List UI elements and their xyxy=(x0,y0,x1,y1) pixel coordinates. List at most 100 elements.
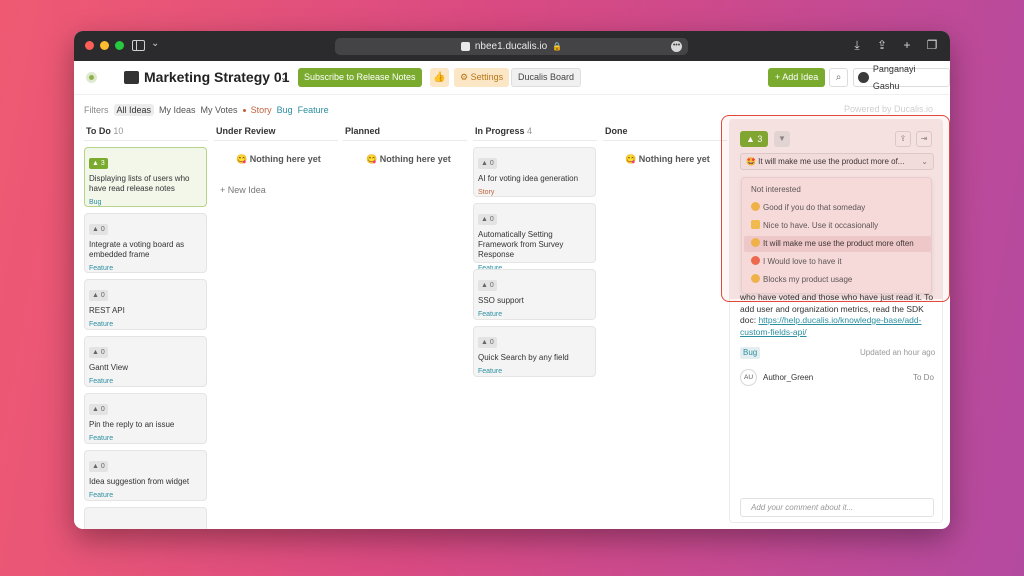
ducalis-logo-icon[interactable] xyxy=(86,72,97,83)
site-favicon-icon xyxy=(460,42,470,51)
app-header: Marketing Strategy 01 ⌄ Subscribe to Rel… xyxy=(74,61,950,95)
powered-by[interactable]: Powered by Ducalis.io xyxy=(844,104,933,114)
idea-tag[interactable]: Bug xyxy=(740,347,761,359)
user-menu-button[interactable]: Panganayi Gashu xyxy=(853,64,950,91)
idea-tag: Feature xyxy=(89,378,114,385)
author-avatar: AU xyxy=(740,369,757,386)
browser-titlebar: ⌄ nbee1.ducalis.io 🔒 ••• ⤓ ⇪ + ❐ xyxy=(74,31,950,61)
highlight-annotation xyxy=(721,115,950,302)
empty-state-under-review: 😋 Nothing here yet xyxy=(236,154,321,164)
thumb-up-icon[interactable]: 👍 xyxy=(430,68,449,87)
empty-state-planned: 😋 Nothing here yet xyxy=(366,154,451,164)
filter-all-ideas[interactable]: All Ideas xyxy=(113,104,155,116)
idea-card[interactable]: ▲ 0 Gantt View Feature xyxy=(84,336,207,387)
column-title: Planned xyxy=(345,126,381,136)
column-title: Done xyxy=(605,126,628,136)
vote-button[interactable]: ▲ 0 xyxy=(89,461,108,472)
browser-toolbar: ⤓ ⇪ + ❐ xyxy=(851,38,938,53)
new-tab-icon[interactable]: + xyxy=(901,38,913,53)
settings-button[interactable]: ⚙ Settings xyxy=(454,68,510,87)
tabs-overview-icon[interactable]: ❐ xyxy=(926,38,938,53)
filter-feature[interactable]: Feature xyxy=(298,105,329,115)
idea-title: Pin the reply to an issue xyxy=(89,420,175,429)
author-name: Author_Green xyxy=(763,373,814,382)
user-name: Panganayi Gashu xyxy=(872,63,916,91)
sidebar-toggle-icon[interactable] xyxy=(132,40,145,51)
avatar xyxy=(858,72,869,83)
column-divider xyxy=(84,140,208,141)
search-icon[interactable]: ⌕ xyxy=(829,68,848,87)
filters-label: Filters xyxy=(84,105,109,115)
add-idea-button[interactable]: + Add Idea xyxy=(768,68,826,87)
column-header-todo: To Do 10 xyxy=(86,126,123,136)
idea-tag: Feature xyxy=(478,368,503,375)
idea-title: REST API xyxy=(89,306,125,315)
empty-state-done: 😋 Nothing here yet xyxy=(625,154,710,164)
column-header-planned: Planned xyxy=(345,126,380,136)
column-divider xyxy=(343,140,467,141)
idea-card[interactable]: ▲ 0 Automatically Setting Framework from… xyxy=(473,203,596,272)
vote-button[interactable]: ▲ 0 xyxy=(89,404,108,415)
filter-my-votes[interactable]: My Votes xyxy=(201,105,238,115)
idea-card[interactable]: ▲ 0 Integrate a voting board as embedded… xyxy=(84,213,207,273)
column-header-in-progress: In Progress 4 xyxy=(475,126,532,136)
idea-card[interactable]: ▲ 0 Quick Search by any field Feature xyxy=(473,326,596,377)
filter-bug[interactable]: Bug xyxy=(277,105,293,115)
column-header-under-review: Under Review xyxy=(216,126,276,136)
filter-my-ideas[interactable]: My Ideas xyxy=(159,105,196,115)
idea-title: SSO support xyxy=(478,296,524,305)
ducalis-board-button[interactable]: Ducalis Board xyxy=(511,68,582,87)
filters-bar: Filters All Ideas My Ideas My Votes Stor… xyxy=(84,104,329,116)
more-icon[interactable]: ••• xyxy=(671,41,682,52)
idea-tag: Feature xyxy=(478,311,503,318)
status-badge[interactable]: To Do xyxy=(913,373,934,382)
sdk-doc-link[interactable]: https://help.ducalis.io/knowledge-base/a… xyxy=(740,315,921,337)
idea-tag: Feature xyxy=(89,321,114,328)
vote-button[interactable]: ▲ 0 xyxy=(89,224,108,235)
chevron-down-icon[interactable]: ⌄ xyxy=(151,38,159,49)
idea-card[interactable]: ▲ 0 Idea suggestion from widget Feature xyxy=(84,450,207,501)
comment-input[interactable]: Add your comment about it... xyxy=(740,498,934,517)
idea-title: Integrate a voting board as embedded fra… xyxy=(89,240,185,259)
subscribe-release-notes-button[interactable]: Subscribe to Release Notes xyxy=(298,68,422,87)
idea-tag: Feature xyxy=(89,265,114,272)
updated-timestamp: Updated an hour ago xyxy=(860,348,936,357)
vote-button[interactable]: ▲ 0 xyxy=(89,290,108,301)
idea-card[interactable]: ▲ 0 Pin the reply to an issue Feature xyxy=(84,393,207,444)
download-icon[interactable]: ⤓ xyxy=(851,38,863,53)
board-switch-chevron-icon[interactable]: ⌄ xyxy=(280,72,288,83)
vote-button[interactable]: ▲ 3 xyxy=(89,158,108,169)
idea-card[interactable]: ▲ 0 AI for voting idea generation Story xyxy=(473,147,596,197)
idea-card[interactable]: ▲ 3 Displaying lists of users who have r… xyxy=(84,147,207,207)
idea-title: Idea suggestion from widget xyxy=(89,477,190,486)
board-icon xyxy=(124,71,139,84)
close-window-button[interactable] xyxy=(85,41,94,50)
idea-title: AI for voting idea generation xyxy=(478,174,579,183)
column-divider xyxy=(603,140,727,141)
column-divider xyxy=(473,140,597,141)
browser-window: ⌄ nbee1.ducalis.io 🔒 ••• ⤓ ⇪ + ❐ Marketi… xyxy=(74,31,950,529)
column-divider xyxy=(214,140,338,141)
idea-tag: Feature xyxy=(89,435,114,442)
dot-icon xyxy=(242,108,246,112)
address-bar[interactable]: nbee1.ducalis.io 🔒 ••• xyxy=(335,38,688,55)
board-title[interactable]: Marketing Strategy 01 xyxy=(144,69,290,85)
maximize-window-button[interactable] xyxy=(115,41,124,50)
minimize-window-button[interactable] xyxy=(100,41,109,50)
idea-description: who have voted and those who have just r… xyxy=(740,292,936,338)
vote-button[interactable]: ▲ 0 xyxy=(478,337,497,348)
vote-button[interactable]: ▲ 0 xyxy=(89,347,108,358)
share-icon[interactable]: ⇪ xyxy=(876,38,888,53)
idea-card[interactable]: ▲ 0 SSO support Feature xyxy=(473,269,596,320)
new-idea-button[interactable]: + New Idea xyxy=(220,185,266,195)
filter-story[interactable]: Story xyxy=(251,105,272,115)
idea-tag: Story xyxy=(478,189,495,196)
idea-card[interactable] xyxy=(84,507,207,529)
settings-label: Settings xyxy=(470,72,504,82)
vote-button[interactable]: ▲ 0 xyxy=(478,214,497,225)
gear-icon: ⚙ xyxy=(460,72,471,82)
idea-title: Displaying lists of users who have read … xyxy=(89,174,190,193)
vote-button[interactable]: ▲ 0 xyxy=(478,280,497,291)
idea-card[interactable]: ▲ 0 REST API Feature xyxy=(84,279,207,330)
vote-button[interactable]: ▲ 0 xyxy=(478,158,497,169)
